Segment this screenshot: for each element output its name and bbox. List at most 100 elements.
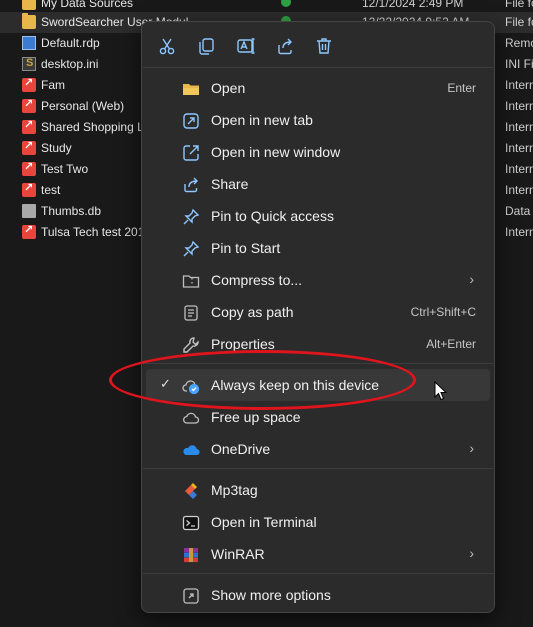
- menu-item-properties[interactable]: Properties Alt+Enter: [146, 328, 490, 360]
- menu-item-compress[interactable]: Compress to... ›: [146, 264, 490, 296]
- trash-icon: [317, 38, 331, 54]
- menu-item-winrar[interactable]: WinRAR ›: [146, 538, 490, 570]
- menu-item-label: Pin to Quick access: [211, 208, 334, 224]
- cloud-icon: [182, 409, 200, 427]
- menu-item-free-up-space[interactable]: Free up space: [146, 401, 490, 433]
- share-icon: [278, 38, 292, 55]
- menu-item-label: Share: [211, 176, 249, 192]
- file-name: Study: [41, 141, 72, 155]
- submenu-chevron-icon: ›: [469, 271, 474, 287]
- mouse-pointer-icon: [434, 381, 448, 401]
- menu-item-label: Open in new window: [211, 144, 341, 160]
- internet-shortcut-icon: [22, 223, 36, 239]
- share-icon: [182, 176, 200, 194]
- submenu-chevron-icon: ›: [469, 440, 474, 456]
- menu-item-open[interactable]: Open Enter: [146, 72, 490, 104]
- menu-item-open-in-terminal[interactable]: Open in Terminal: [146, 506, 490, 538]
- sync-status-icon: [281, 0, 291, 7]
- menu-separator: [143, 468, 493, 469]
- rename-icon: [237, 38, 255, 54]
- menu-item-open-new-tab[interactable]: Open in new tab: [146, 104, 490, 136]
- menu-item-pin-quick-access[interactable]: Pin to Quick access: [146, 200, 490, 232]
- folder-open-icon: [182, 80, 200, 98]
- db-file-icon: [22, 204, 36, 218]
- menu-item-label: Pin to Start: [211, 240, 281, 256]
- menu-item-label: Copy as path: [211, 304, 294, 320]
- shortcut-label: Alt+Enter: [426, 337, 476, 351]
- file-type: Intern: [505, 183, 533, 197]
- menu-separator: [143, 363, 493, 364]
- file-type: Intern: [505, 141, 533, 155]
- cut-button[interactable]: [155, 34, 179, 58]
- folder-icon: [22, 13, 36, 29]
- menu-item-label: OneDrive: [211, 441, 271, 457]
- menu-item-label: Show more options: [211, 587, 331, 603]
- menu-item-label: Mp3tag: [211, 482, 258, 498]
- menu-separator: [143, 67, 493, 68]
- zip-folder-icon: [182, 272, 200, 290]
- menu-item-onedrive[interactable]: OneDrive ›: [146, 433, 490, 465]
- new-window-icon: [182, 144, 200, 162]
- rdp-file-icon: [22, 36, 36, 50]
- scissors-icon: [159, 38, 175, 55]
- file-type: Data: [505, 204, 531, 218]
- menu-item-mp3tag[interactable]: Mp3tag: [146, 474, 490, 506]
- file-name: test: [41, 183, 61, 197]
- menu-item-share[interactable]: Share: [146, 168, 490, 200]
- file-name: Fam: [41, 78, 65, 92]
- internet-shortcut-icon: [22, 160, 36, 176]
- file-name: Personal (Web): [41, 99, 125, 113]
- share-button[interactable]: [273, 34, 297, 58]
- file-type: Intern: [505, 162, 533, 176]
- internet-shortcut-icon: [22, 139, 36, 155]
- checkmark-icon: ✓: [160, 376, 171, 391]
- shortcut-label: Enter: [447, 81, 476, 95]
- cloud-sync-icon: [182, 377, 200, 395]
- menu-item-pin-start[interactable]: Pin to Start: [146, 232, 490, 264]
- file-name: desktop.ini: [41, 57, 99, 71]
- menu-item-label: Open in Terminal: [211, 514, 317, 530]
- internet-shortcut-icon: [22, 76, 36, 92]
- file-name: My Data Sources: [41, 0, 134, 10]
- menu-item-label: Compress to...: [211, 272, 303, 288]
- file-date: 12/1/2024 2:49 PM: [362, 0, 464, 10]
- pin-icon: [182, 240, 200, 258]
- file-name: Test Two: [41, 162, 89, 176]
- mp3tag-icon: [182, 482, 200, 500]
- menu-item-label: Always keep on this device: [211, 377, 380, 393]
- file-name: Shared Shopping L: [41, 120, 144, 134]
- file-type: Remo: [505, 36, 533, 50]
- submenu-chevron-icon: ›: [469, 545, 474, 561]
- file-type: Intern: [505, 99, 533, 113]
- delete-button[interactable]: [312, 34, 336, 58]
- menu-item-copy-as-path[interactable]: Copy as path Ctrl+Shift+C: [146, 296, 490, 328]
- internet-shortcut-icon: [22, 181, 36, 197]
- file-type: File fo: [505, 0, 533, 10]
- menu-item-label: Open in new tab: [211, 112, 313, 128]
- folder-icon: [22, 0, 36, 10]
- shortcut-label: Ctrl+Shift+C: [410, 305, 476, 319]
- more-options-icon: [182, 587, 200, 605]
- winrar-icon: [182, 546, 200, 564]
- internet-shortcut-icon: [22, 97, 36, 113]
- file-name: Thumbs.db: [41, 204, 102, 218]
- file-type: Intern: [505, 225, 533, 239]
- context-menu: Open Enter Open in new tab Open in new w…: [141, 21, 495, 613]
- internet-shortcut-icon: [22, 118, 36, 134]
- rename-button[interactable]: [234, 34, 258, 58]
- onedrive-icon: [182, 441, 200, 459]
- file-name: Default.rdp: [41, 36, 100, 50]
- menu-item-show-more-options[interactable]: Show more options: [146, 579, 490, 611]
- file-type: INI Fi: [505, 57, 533, 71]
- ini-file-icon: [22, 57, 36, 71]
- terminal-icon: [182, 514, 200, 532]
- menu-item-label: Properties: [211, 336, 275, 352]
- file-name: Tulsa Tech test 2010: [41, 225, 152, 239]
- new-tab-icon: [182, 112, 200, 130]
- copy-button[interactable]: [194, 34, 218, 58]
- menu-item-open-new-window[interactable]: Open in new window: [146, 136, 490, 168]
- copy-icon: [199, 38, 214, 55]
- wrench-icon: [182, 336, 200, 354]
- menu-separator: [143, 573, 493, 574]
- pin-icon: [182, 208, 200, 226]
